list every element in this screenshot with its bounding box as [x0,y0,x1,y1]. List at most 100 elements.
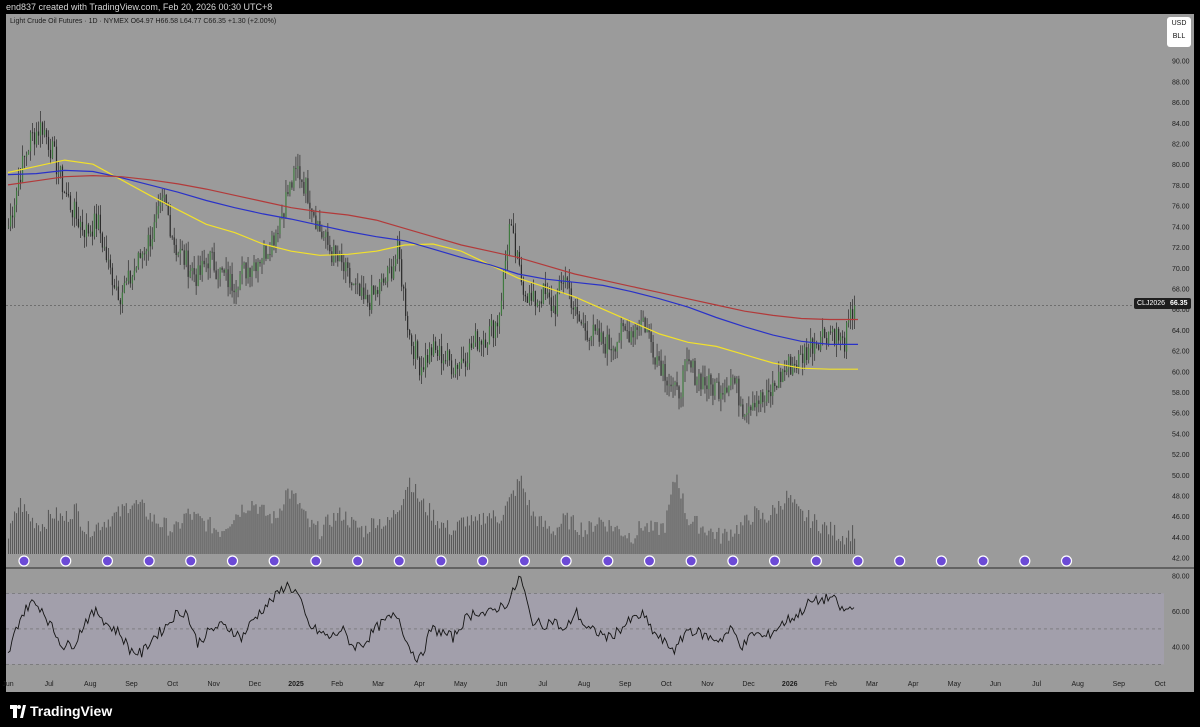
candle-body [345,262,347,272]
volume-bar [343,519,345,554]
candle-body [263,245,265,260]
volume-bar [716,531,718,554]
candle-body [490,320,493,327]
volume-bar [279,508,281,554]
volume-bar [339,507,341,554]
volume-bar [842,535,844,554]
volume-bar [151,521,153,554]
candle-body [93,213,95,237]
candle-body [830,331,832,333]
candle-body [508,224,511,251]
volume-bar [646,523,648,554]
candle-body [476,331,479,350]
volume-bar [307,518,309,554]
candle-body [664,364,666,381]
volume-bar [452,530,455,554]
candle-body [602,332,604,344]
price-tick-label: 74.00 [1172,224,1190,231]
candle-body [387,267,389,282]
volume-bar [644,526,646,554]
volume-bar [181,523,183,554]
currency-badge[interactable]: USD BLL [1167,17,1191,47]
volume-bar [123,505,125,554]
candle-body [383,278,385,283]
volume-bar [708,530,710,554]
volume-bar [440,522,443,554]
volume-bar [219,536,221,554]
candle-body [385,281,387,283]
volume-bar [141,499,143,554]
candle-body [574,307,576,310]
candle-body [726,387,728,393]
volume-bar [662,523,664,554]
volume-bar [245,513,247,554]
candle-body [634,327,636,338]
volume-bar [163,517,165,554]
volume-bar [828,534,830,554]
chart-svg[interactable]: 90.00 88.00 86.00 84.00 82.00 80.00 78.00 76.00… [0,0,1200,727]
candle-body [806,347,808,360]
event-marker-icon [435,555,447,567]
volume-bar [824,522,826,554]
candle-body [850,309,852,320]
volume-bar [89,537,91,554]
volume-bar [782,509,784,554]
candle-body [373,285,375,295]
volume-bar [444,527,447,554]
volume-bar [335,520,337,554]
volume-bar [265,515,267,554]
volume-bar [826,525,828,554]
volume-bar [213,528,215,554]
candle-body [494,322,497,339]
volume-bar [131,505,133,554]
sma-mid-line [7,169,858,345]
candle-body [626,330,628,332]
volume-bar [812,521,814,554]
volume-bar [247,510,249,554]
candle-body [772,382,774,397]
volume-bar [434,525,437,554]
volume-bar [706,535,708,554]
volume-bar [512,490,514,554]
volume-bar [417,498,419,554]
candle-body [219,267,221,279]
candle-body [724,387,726,395]
volume-bar [199,516,201,554]
volume-bar [269,513,271,554]
volume-bar [185,513,187,554]
volume-bar [315,524,317,554]
volume-bar [788,497,790,554]
volume-bar [488,513,490,554]
candle-body [478,341,481,350]
candle-body [275,233,277,246]
date-tick-label: Jul [45,681,54,688]
volume-bar [75,503,77,554]
volume-bar [550,533,552,554]
volume-bar [77,511,79,554]
candle-body [45,129,48,137]
candle-body [205,263,207,265]
candle-body [834,329,836,346]
volume-bar [29,521,32,554]
candle-body [794,363,796,365]
volume-bar [534,516,536,554]
candle-body [656,356,658,365]
candle-body [510,224,513,226]
volume-bar [305,511,307,554]
candle-body [63,192,66,193]
candle-body [107,259,109,261]
candle-body [580,321,582,324]
candle-body [291,182,293,188]
candle-body [51,141,54,159]
volume-bar [766,522,768,554]
candle-body [816,343,818,345]
candle-body [101,233,103,248]
candle-body [95,213,97,229]
candle-body [115,286,117,288]
volume-bar [790,495,792,554]
candle-body [71,209,74,218]
candle-body [129,270,131,284]
volume-bar [325,516,327,554]
volume-bar [165,518,167,554]
volume-bar [331,526,333,554]
